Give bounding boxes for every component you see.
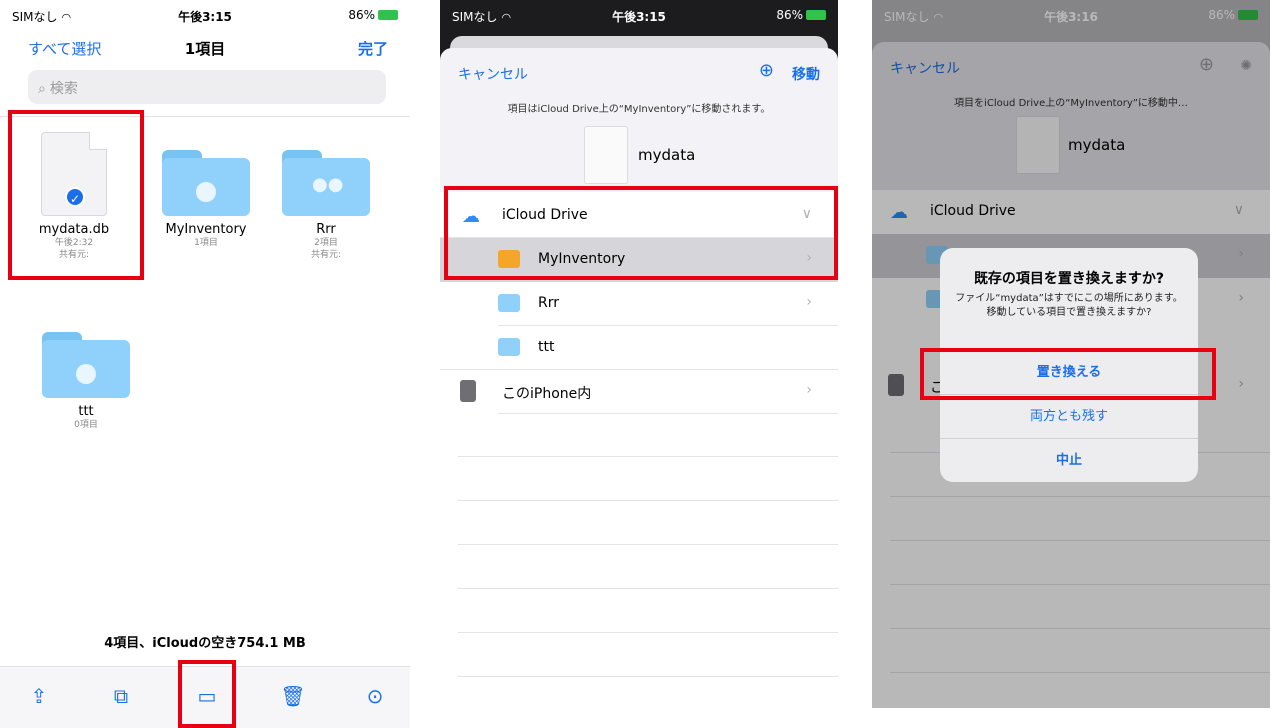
people-icon: ●● <box>312 174 344 195</box>
search-input[interactable]: ⌕ 検索 <box>28 70 386 104</box>
cancel-button[interactable]: キャンセル <box>458 64 528 84</box>
move-picker-screen: SIMなし ◠ 午後3:15 86% キャンセル ⊕ 移動 項目はiCloud D… <box>440 0 838 698</box>
file-name: mydata <box>638 146 696 164</box>
move-sheet: キャンセル ⊕ 移動 項目はiCloud Drive上の“MyInventory… <box>440 48 838 698</box>
folder-item-ttt[interactable]: ttt 0項目 <box>34 332 138 431</box>
chevron-right-icon: › <box>806 250 812 266</box>
folder-count: 0項目 <box>74 420 98 430</box>
folder-item-rrr[interactable]: ●● Rrr 2項目 共有元: <box>274 150 378 261</box>
share-icon: ⇪ <box>30 684 48 708</box>
location-on-iphone[interactable]: このiPhone内 › <box>440 370 838 414</box>
move-confirm-button[interactable]: 移動 <box>792 64 820 84</box>
divider <box>0 116 410 117</box>
folder-row-rrr[interactable]: Rrr › <box>440 282 838 326</box>
replace-button[interactable]: 置き換える <box>940 350 1198 394</box>
chevron-right-icon: › <box>806 382 812 398</box>
iphone-icon <box>460 380 476 402</box>
move-description: 項目はiCloud Drive上の“MyInventory”に移動されます。 <box>507 104 771 115</box>
folder-row-myinventory[interactable]: MyInventory › <box>440 238 838 282</box>
file-shared-by: 共有元: <box>58 250 90 260</box>
folder-icon <box>162 150 250 216</box>
row-label: Rrr <box>538 295 559 311</box>
file-thumbnail <box>584 126 628 184</box>
folder-name: MyInventory <box>165 222 247 237</box>
folder-count: 1項目 <box>194 238 218 248</box>
replace-alert-screen: SIMなし ◠ 午後3:16 86% キャンセル ⊕ ✺ 項目をiCloud Dr… <box>872 0 1270 708</box>
folder-shared-by: 共有元: <box>310 250 342 260</box>
search-placeholder: 検索 <box>49 81 78 97</box>
cloud-icon: ☁ <box>462 206 480 227</box>
folder-row-ttt[interactable]: ttt <box>440 326 838 370</box>
folder-item-myinventory[interactable]: MyInventory 1項目 <box>154 150 258 249</box>
battery-indicator: 86% <box>348 8 398 22</box>
document-icon: ✓ <box>41 132 107 216</box>
trash-icon: 🗑 <box>280 684 306 708</box>
move-button[interactable]: ▭ <box>192 681 222 711</box>
share-button[interactable]: ⇪ <box>24 681 54 711</box>
status-bar: SIMなし ◠ 午後3:15 86% <box>440 0 838 28</box>
row-label: このiPhone内 <box>502 386 592 402</box>
bottom-toolbar: ⇪ ⧉ ▭ 🗑 ⊙ <box>0 666 410 728</box>
files-screen: SIMなし ◠ 午後3:15 86% すべて選択 1項目 完了 ⌕ 検索 ✓ myd… <box>0 0 410 728</box>
folder-count: 2項目 <box>314 238 338 248</box>
folder-list: ☁ iCloud Drive ∨ MyInventory › Rrr › ttt <box>440 192 838 698</box>
chevron-down-icon: ∨ <box>801 206 812 222</box>
delete-button[interactable]: 🗑 <box>278 681 308 711</box>
location-icloud-drive[interactable]: ☁ iCloud Drive ∨ <box>440 194 838 238</box>
keep-both-button[interactable]: 両方とも残す <box>940 394 1198 438</box>
done-button[interactable]: 完了 <box>358 38 388 59</box>
shared-folder-icon <box>498 294 520 312</box>
alert-title: 既存の項目を置き換えますか? <box>973 271 1165 287</box>
folder-icon <box>498 338 520 356</box>
more-icon: ⊙ <box>366 684 384 708</box>
storage-summary: 4項目、iCloudの空き754.1 MB <box>104 636 306 651</box>
checkmark-icon: ✓ <box>65 187 85 207</box>
stop-button[interactable]: 中止 <box>940 438 1198 482</box>
file-date: 午後2:32 <box>54 238 94 248</box>
chevron-right-icon: › <box>806 294 812 310</box>
folder-icon <box>42 332 130 398</box>
row-label: iCloud Drive <box>502 207 588 223</box>
folder-icon: ▭ <box>197 684 217 708</box>
duplicate-icon: ⧉ <box>113 684 129 708</box>
search-icon: ⌕ <box>38 81 46 97</box>
battery-indicator: 86% <box>776 8 826 22</box>
new-folder-icon[interactable]: ⊕ <box>759 60 774 81</box>
folder-name: Rrr <box>316 222 336 237</box>
duplicate-button[interactable]: ⧉ <box>106 681 136 711</box>
page-title: 1項目 <box>184 40 226 58</box>
folder-icon <box>498 250 520 268</box>
folder-name: ttt <box>78 404 94 419</box>
file-item-mydata[interactable]: ✓ mydata.db 午後2:32 共有元: <box>22 132 126 261</box>
battery-icon <box>378 10 398 20</box>
file-name: mydata.db <box>38 222 110 237</box>
navigation-bar: すべて選択 1項目 完了 <box>0 32 410 66</box>
shared-folder-icon: ●● <box>282 150 370 216</box>
row-label: ttt <box>538 339 555 355</box>
more-button[interactable]: ⊙ <box>360 681 390 711</box>
status-bar: SIMなし ◠ 午後3:15 86% <box>0 0 410 28</box>
battery-icon <box>806 10 826 20</box>
alert-message: ファイル“mydata”はすでにこの場所にあります。移動している項目で置き換えま… <box>955 293 1183 318</box>
replace-alert-dialog: 既存の項目を置き換えますか? ファイル“mydata”はすでにこの場所にあります… <box>940 248 1198 482</box>
row-label: MyInventory <box>538 251 626 267</box>
